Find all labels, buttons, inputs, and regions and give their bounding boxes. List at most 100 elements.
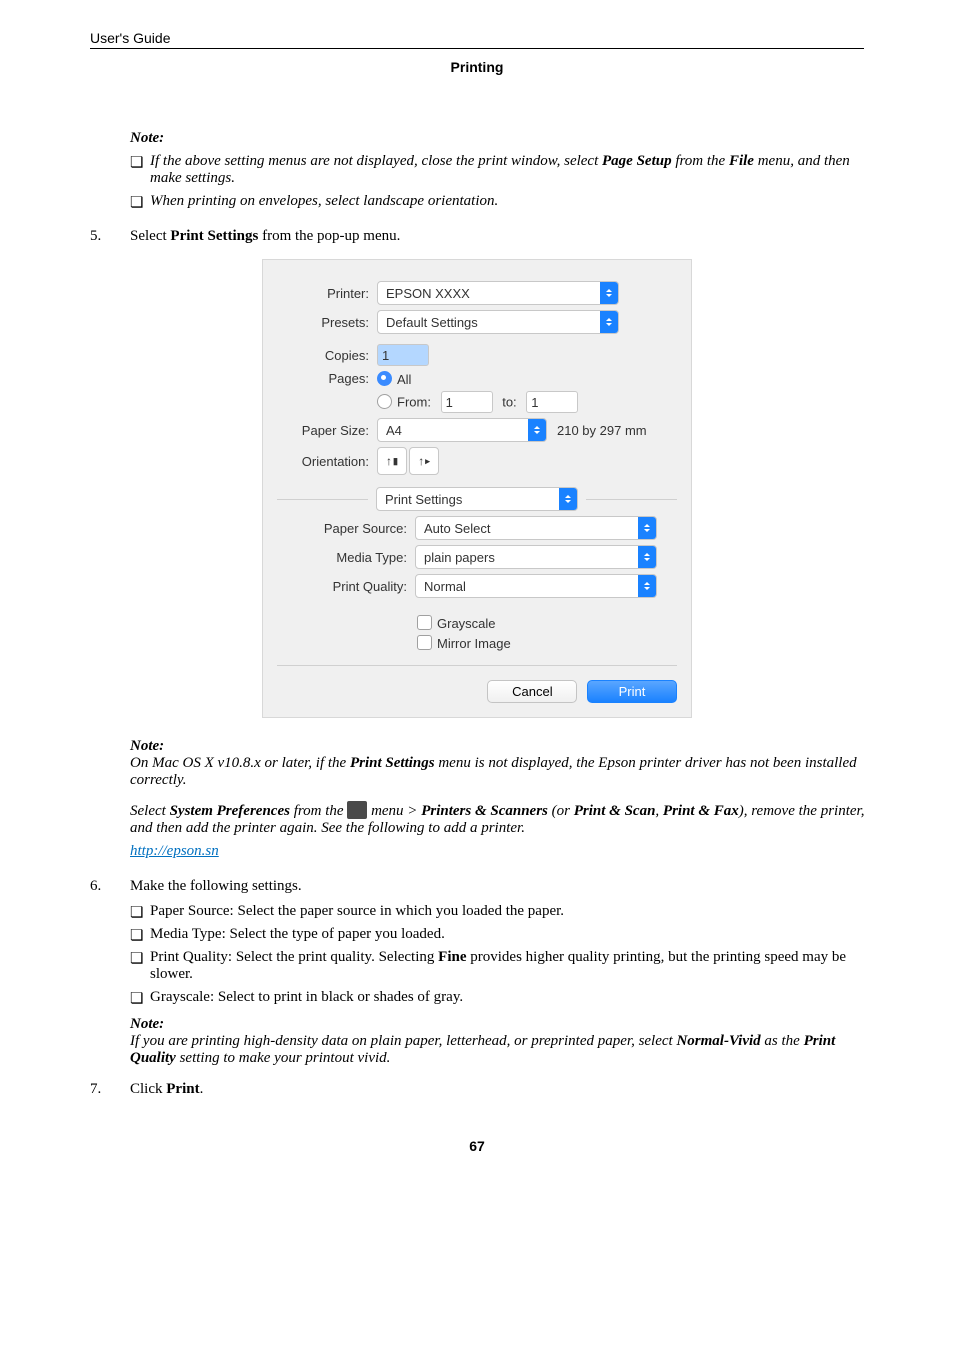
portrait-icon: ↑▮ [386,454,398,468]
chevron-down-icon [600,282,618,304]
chevron-down-icon [638,546,656,568]
orientation-landscape-button[interactable]: ↑▸ [409,447,439,475]
note2-link-row: http://epson.sn [130,843,874,860]
chevron-down-icon [638,575,656,597]
bold: System Preferences [170,803,290,819]
note-label: Note: [130,738,874,755]
copies-value: 1 [382,348,389,363]
bold: Print & Scan [574,803,656,819]
pages-range-option[interactable]: From: 1 to: 1 [377,391,578,413]
chevron-down-icon [559,488,577,510]
print-dialog: Printer: EPSON XXXX Presets: Default Set… [262,259,692,718]
chevron-down-icon [600,311,618,333]
text: from the [290,803,347,819]
note1-item-1: If the above setting menus are not displ… [130,153,874,187]
row-printquality: Print Quality: Normal [307,574,677,598]
note1-list: If the above setting menus are not displ… [130,153,874,210]
orientation-portrait-button[interactable]: ↑▮ [377,447,407,475]
copies-input[interactable]: 1 [377,344,429,366]
row-mirror[interactable]: Mirror Image [417,635,677,651]
text: (or [548,803,574,819]
bold: Page Setup [602,153,672,169]
subnote-text: If you are printing high-density data on… [130,1033,874,1067]
text: setting to make your printout vivid. [176,1050,391,1066]
to-input[interactable]: 1 [526,391,578,413]
note-block-1: Note: If the above setting menus are not… [130,130,874,210]
bold: Normal-Vivid [676,1033,760,1049]
step-number: 5. [90,228,130,245]
label-grayscale: Grayscale [437,616,496,631]
dialog-footer: Cancel Print [277,665,677,703]
bold: Fine [438,949,466,965]
label-printquality: Print Quality: [307,579,407,594]
cancel-button[interactable]: Cancel [487,680,577,703]
step6-item-a: Paper Source: Select the paper source in… [130,903,874,920]
step-number: 6. [90,878,130,1067]
text: from the pop-up menu. [258,228,400,244]
printquality-value: Normal [416,579,638,594]
text: Grayscale: Select to print in black or s… [150,989,463,1005]
step6-item-c: Print Quality: Select the print quality.… [130,949,874,983]
row-grayscale[interactable]: Grayscale [417,615,677,631]
label-papersource: Paper Source: [307,521,407,536]
bold: Print & Fax [663,803,739,819]
from-value: 1 [446,395,453,410]
page: User's Guide Printing Note: If the above… [0,0,954,1194]
radio-from[interactable] [377,394,392,409]
papersize-value: A4 [378,423,528,438]
text: Media Type: Select the type of paper you… [150,926,445,942]
step6-list: Paper Source: Select the paper source in… [130,903,874,1006]
text: , [655,803,663,819]
printquality-select[interactable]: Normal [415,574,657,598]
epson-link[interactable]: http://epson.sn [130,843,219,859]
presets-select[interactable]: Default Settings [377,310,619,334]
text: Paper Source: Select the paper source in… [150,903,564,919]
printer-value: EPSON XXXX [378,286,600,301]
from-input[interactable]: 1 [441,391,493,413]
row-pages: Pages: All From: 1 to: 1 [277,371,677,413]
step-body: Make the following settings. Paper Sourc… [130,878,874,1067]
content: Note: If the above setting menus are not… [80,130,874,1098]
page-number: 67 [80,1138,874,1154]
apple-menu-icon [347,801,367,819]
mirror-checkbox[interactable] [417,635,432,650]
note2-line2: Select System Preferences from the menu … [130,801,874,837]
text: from the [672,153,729,169]
note-label: Note: [130,1016,874,1033]
label-printer: Printer: [277,286,369,301]
page-header: User's Guide Printing [80,30,874,75]
label-all: All [397,372,411,387]
label-orientation: Orientation: [277,454,369,469]
papersize-select[interactable]: A4 [377,418,547,442]
row-orientation: Orientation: ↑▮ ↑▸ [277,447,677,475]
section-value: Print Settings [377,492,559,507]
printer-select[interactable]: EPSON XXXX [377,281,619,305]
row-papersize: Paper Size: A4 210 by 297 mm [277,418,677,442]
text: Select [130,228,170,244]
text: Select [130,803,170,819]
row-mediatype: Media Type: plain papers [307,545,677,569]
step-5: 5. Select Print Settings from the pop-up… [90,228,874,245]
chevron-down-icon [528,419,546,441]
print-button[interactable]: Print [587,680,677,703]
radio-all[interactable] [377,371,392,386]
pages-all-option[interactable]: All [377,371,578,387]
bold: Print Settings [170,228,258,244]
mediatype-select[interactable]: plain papers [415,545,657,569]
row-papersource: Paper Source: Auto Select [307,516,677,540]
section-select[interactable]: Print Settings [376,487,578,511]
papersource-select[interactable]: Auto Select [415,516,657,540]
row-presets: Presets: Default Settings [277,310,677,334]
step-number: 7. [90,1081,130,1098]
label-mediatype: Media Type: [307,550,407,565]
grayscale-checkbox[interactable] [417,615,432,630]
presets-value: Default Settings [378,315,600,330]
text: If the above setting menus are not displ… [150,153,602,169]
step-7: 7. Click Print. [90,1081,874,1098]
text: When printing on envelopes, select lands… [150,193,498,209]
mediatype-value: plain papers [416,550,638,565]
section-title: Printing [80,59,874,75]
label-copies: Copies: [277,348,369,363]
bold: File [729,153,754,169]
label-pages: Pages: [277,371,369,386]
